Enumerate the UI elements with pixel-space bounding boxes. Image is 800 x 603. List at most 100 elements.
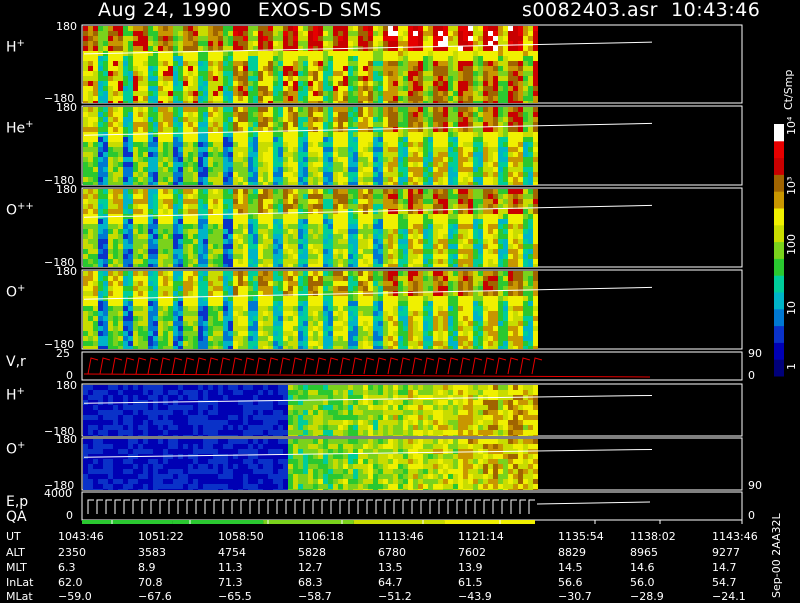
- heatmap-cell: [368, 71, 373, 76]
- heatmap-cell: [283, 239, 288, 244]
- heatmap-cell: [183, 249, 188, 254]
- heatmap-cell: [368, 137, 373, 142]
- heatmap-cell: [453, 86, 458, 91]
- heatmap-cell: [478, 254, 483, 259]
- heatmap-cell: [173, 281, 178, 286]
- heatmap-cell: [333, 249, 338, 254]
- heatmap-cell: [273, 142, 278, 147]
- heatmap-cell: [328, 152, 333, 157]
- heatmap-cell: [238, 177, 243, 182]
- heatmap-cell: [473, 157, 478, 162]
- heatmap-cell: [118, 244, 123, 249]
- heatmap-cell: [153, 56, 158, 61]
- heatmap-cell: [468, 239, 473, 244]
- heatmap-cell: [188, 86, 193, 91]
- heatmap-cell: [368, 152, 373, 157]
- heatmap-cell: [373, 61, 378, 66]
- heatmap-cell: [478, 194, 483, 199]
- heatmap-cell: [308, 71, 313, 76]
- heatmap-cell: [118, 91, 123, 96]
- heatmap-cell: [88, 244, 93, 249]
- heatmap-cell: [373, 189, 378, 194]
- heatmap-cell: [123, 189, 128, 194]
- heatmap-cell: [498, 71, 503, 76]
- heatmap-cell: [258, 101, 263, 103]
- heatmap-cell: [238, 152, 243, 157]
- heatmap-cell: [383, 122, 388, 127]
- heatmap-cell: [88, 112, 93, 117]
- heatmap-cell: [283, 167, 288, 172]
- heatmap-cell: [133, 91, 138, 96]
- heatmap-cell: [298, 204, 303, 209]
- heatmap-cell: [203, 81, 208, 86]
- heatmap-cell: [103, 254, 108, 259]
- heatmap-cell: [303, 137, 308, 142]
- heatmap-cell: [108, 264, 113, 267]
- heatmap-cell: [523, 147, 528, 152]
- heatmap-cell: [373, 172, 378, 177]
- heatmap-cell: [383, 177, 388, 182]
- heatmap-cell: [108, 336, 113, 341]
- heatmap-cell: [143, 26, 148, 31]
- heatmap-cell: [148, 71, 153, 76]
- heatmap-cell: [133, 46, 138, 51]
- heatmap-cell: [383, 137, 388, 142]
- heatmap-cell: [293, 51, 298, 56]
- heatmap-cell: [153, 137, 158, 142]
- heatmap-cell: [203, 41, 208, 46]
- heatmap-cell: [133, 316, 138, 321]
- heatmap-cell: [418, 91, 423, 96]
- heatmap-cell: [393, 204, 398, 209]
- heatmap-cell: [93, 331, 98, 336]
- heatmap-cell: [498, 229, 503, 234]
- heatmap-cell: [153, 66, 158, 71]
- heatmap-cell: [298, 86, 303, 91]
- heatmap-cell: [428, 152, 433, 157]
- heatmap-cell: [173, 194, 178, 199]
- heatmap-cell: [273, 91, 278, 96]
- heatmap-cell: [238, 331, 243, 336]
- heatmap-cell: [513, 142, 518, 147]
- heatmap-cell: [293, 137, 298, 142]
- heatmap-cell: [183, 229, 188, 234]
- heatmap-cell: [168, 286, 173, 291]
- heatmap-cell: [403, 31, 408, 36]
- heatmap-cell: [453, 182, 458, 185]
- heatmap-cell: [423, 117, 428, 122]
- heatmap-cell: [313, 177, 318, 182]
- heatmap-cell: [473, 264, 478, 267]
- heatmap-cell: [198, 182, 203, 185]
- heatmap-cell: [128, 311, 133, 316]
- heatmap-cell: [168, 264, 173, 267]
- heatmap-cell: [143, 291, 148, 296]
- heatmap-cell: [98, 177, 103, 182]
- heatmap-cell: [343, 264, 348, 267]
- heatmap-cell: [533, 244, 538, 249]
- heatmap-cell: [523, 177, 528, 182]
- heatmap-cell: [288, 66, 293, 71]
- heatmap-cell: [278, 61, 283, 66]
- heatmap-cell: [408, 147, 413, 152]
- heatmap-cell: [368, 66, 373, 71]
- heatmap-cell: [213, 41, 218, 46]
- heatmap-cell: [108, 326, 113, 331]
- heatmap-cell: [483, 214, 488, 219]
- heatmap-cell: [218, 199, 223, 204]
- heatmap-cell: [253, 41, 258, 46]
- heatmap-cell: [363, 204, 368, 209]
- heatmap-cell: [338, 204, 343, 209]
- heatmap-cell: [178, 199, 183, 204]
- heatmap-cell: [468, 147, 473, 152]
- heatmap-cell: [118, 122, 123, 127]
- heatmap-cell: [358, 91, 363, 96]
- heatmap-cell: [473, 172, 478, 177]
- heatmap-cell: [248, 61, 253, 66]
- heatmap-cell: [248, 189, 253, 194]
- heatmap-cell: [273, 281, 278, 286]
- heatmap-cell: [123, 331, 128, 336]
- heatmap-cell: [443, 199, 448, 204]
- heatmap-cell: [408, 122, 413, 127]
- heatmap-cell: [413, 71, 418, 76]
- heatmap-cell: [238, 326, 243, 331]
- heatmap-cell: [503, 91, 508, 96]
